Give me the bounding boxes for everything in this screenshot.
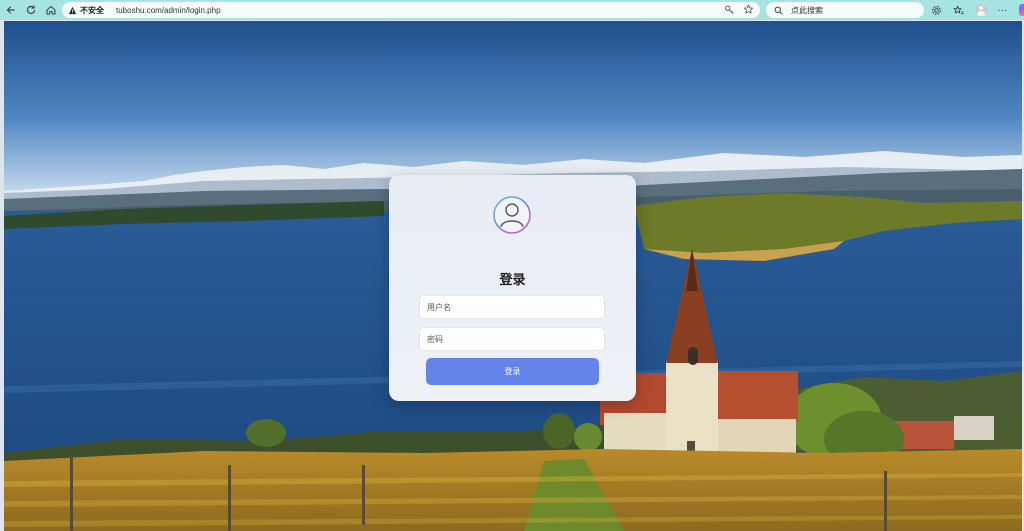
copilot-button[interactable] [1018, 2, 1024, 18]
search-box[interactable]: 点此搜索 [766, 2, 924, 18]
star-list-icon [953, 4, 964, 14]
key-icon[interactable] [724, 4, 735, 15]
url-text[interactable]: tuboshu.com/admin/login.php [116, 6, 221, 15]
home-icon [46, 5, 56, 15]
reload-icon [26, 5, 36, 15]
profile-avatar-icon [974, 4, 987, 16]
browser-toolbar: 不安全 tuboshu.com/admin/login.php 点此搜索 ··· [0, 0, 1024, 20]
login-title: 登录 [499, 272, 526, 287]
reload-button[interactable] [22, 1, 40, 19]
back-button[interactable] [2, 1, 20, 19]
password-input[interactable] [419, 327, 605, 351]
gear-icon [932, 5, 941, 15]
profile-button[interactable] [974, 2, 987, 18]
more-dots-icon: ··· [997, 4, 1008, 16]
extensions-button[interactable] [930, 2, 943, 18]
login-card: 登录 登录 [389, 175, 636, 401]
arrow-left-icon [6, 6, 15, 14]
search-icon [774, 6, 783, 14]
favorite-star-icon[interactable] [743, 4, 754, 15]
warning-icon[interactable] [68, 6, 77, 15]
login-button[interactable]: 登录 [426, 358, 599, 385]
search-placeholder: 点此搜索 [791, 5, 823, 15]
security-status-label[interactable]: 不安全 [80, 5, 104, 16]
user-avatar-icon [493, 196, 531, 234]
copilot-icon [1018, 4, 1024, 16]
favorites-button[interactable] [952, 2, 965, 18]
username-input[interactable] [419, 295, 605, 319]
address-bar[interactable]: 不安全 tuboshu.com/admin/login.php [62, 2, 760, 18]
home-button[interactable] [42, 1, 60, 19]
more-button[interactable]: ··· [996, 2, 1009, 18]
